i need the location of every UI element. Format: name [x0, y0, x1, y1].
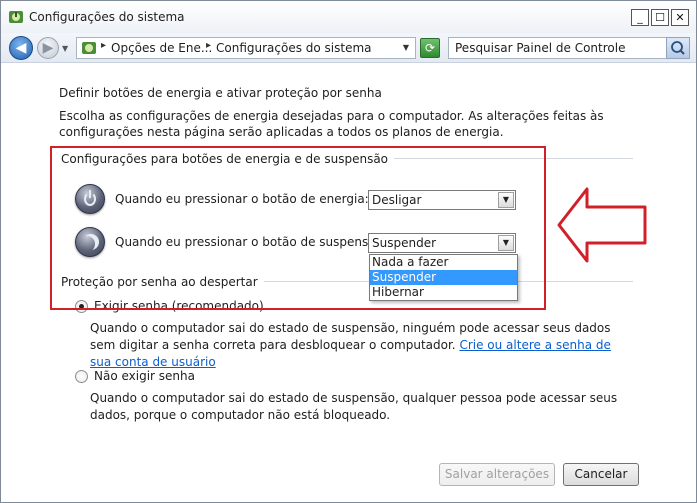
- page-description: Escolha as configurações de energia dese…: [59, 109, 604, 139]
- control-panel-window: Configurações do sistema _ ☐ ✕ ◀ ▶ ▼ ▸ O…: [0, 0, 697, 503]
- control-panel-icon: [9, 11, 23, 23]
- power-button-icon: [75, 184, 105, 214]
- back-arrow-icon: ◀: [15, 40, 27, 56]
- refresh-button[interactable]: ⟳: [420, 38, 440, 58]
- forward-button[interactable]: ▶: [37, 37, 59, 59]
- chevron-down-icon[interactable]: ▼: [498, 192, 514, 208]
- sleep-options-list[interactable]: Nada a fazer Suspender Hibernar: [369, 254, 518, 301]
- close-button[interactable]: ✕: [671, 9, 689, 26]
- require-password-radio[interactable]: [75, 300, 88, 313]
- power-button-value: Desligar: [372, 193, 422, 207]
- caption-buttons: _ ☐ ✕: [631, 9, 689, 26]
- chevron-down-icon[interactable]: ▼: [498, 235, 514, 251]
- power-button-label: Quando eu pressionar o botão de energia:: [115, 192, 369, 206]
- require-password-label[interactable]: Exigir senha (recomendado): [94, 299, 264, 313]
- page-title: Definir botões de energia e ativar prote…: [59, 86, 382, 100]
- breadcrumb-system-settings[interactable]: Configurações do sistema: [216, 41, 372, 55]
- window-title: Configurações do sistema: [29, 10, 185, 24]
- search-icon: [671, 41, 685, 55]
- breadcrumb-power-options[interactable]: Opções de Ene...: [111, 41, 212, 55]
- no-password-label[interactable]: Não exigir senha: [94, 369, 195, 383]
- power-section-title: Configurações para botões de energia e d…: [61, 152, 395, 166]
- main-content: Definir botões de energia e ativar prote…: [1, 64, 696, 502]
- option-sleep[interactable]: Suspender: [370, 270, 517, 285]
- address-bar[interactable]: ▸ Opções de Ene... ▸ Configurações do si…: [76, 37, 416, 59]
- search-button[interactable]: [666, 37, 690, 59]
- option-do-nothing[interactable]: Nada a fazer: [370, 255, 517, 270]
- require-password-description: Quando o computador sai do estado de sus…: [90, 320, 630, 371]
- breadcrumb-separator-icon[interactable]: ▸: [206, 40, 211, 51]
- save-changes-button[interactable]: Salvar alterações: [439, 463, 555, 486]
- address-dropdown-icon[interactable]: ▼: [403, 43, 409, 52]
- refresh-icon: ⟳: [424, 41, 436, 55]
- title-bar: Configurações do sistema _ ☐ ✕: [1, 1, 696, 33]
- sleep-button-label: Quando eu pressionar o botão de suspensã…: [115, 235, 387, 249]
- no-password-radio[interactable]: [75, 370, 88, 383]
- power-button-select[interactable]: Desligar ▼: [368, 190, 516, 210]
- sleep-button-select[interactable]: Suspender ▼: [368, 233, 516, 253]
- option-hibernate[interactable]: Hibernar: [370, 285, 517, 300]
- search-input[interactable]: Pesquisar Painel de Controle: [455, 41, 625, 55]
- maximize-button[interactable]: ☐: [651, 9, 669, 26]
- back-button[interactable]: ◀: [9, 36, 33, 60]
- no-password-description: Quando o computador sai do estado de sus…: [90, 391, 618, 422]
- forward-arrow-icon: ▶: [42, 40, 54, 56]
- sleep-button-value: Suspender: [372, 236, 437, 250]
- minimize-button[interactable]: _: [631, 9, 649, 26]
- password-section-title: Proteção por senha ao despertar: [61, 275, 264, 289]
- recent-pages-dropdown-icon[interactable]: ▼: [62, 44, 68, 53]
- cancel-button[interactable]: Cancelar: [563, 463, 639, 486]
- control-panel-icon: [82, 42, 96, 54]
- sleep-button-icon: [75, 227, 105, 257]
- search-box[interactable]: Pesquisar Painel de Controle: [448, 37, 690, 59]
- annotation-arrow-icon: [557, 187, 647, 263]
- breadcrumb-separator-icon[interactable]: ▸: [101, 40, 106, 51]
- navigation-bar: ◀ ▶ ▼ ▸ Opções de Ene... ▸ Configurações…: [1, 33, 696, 63]
